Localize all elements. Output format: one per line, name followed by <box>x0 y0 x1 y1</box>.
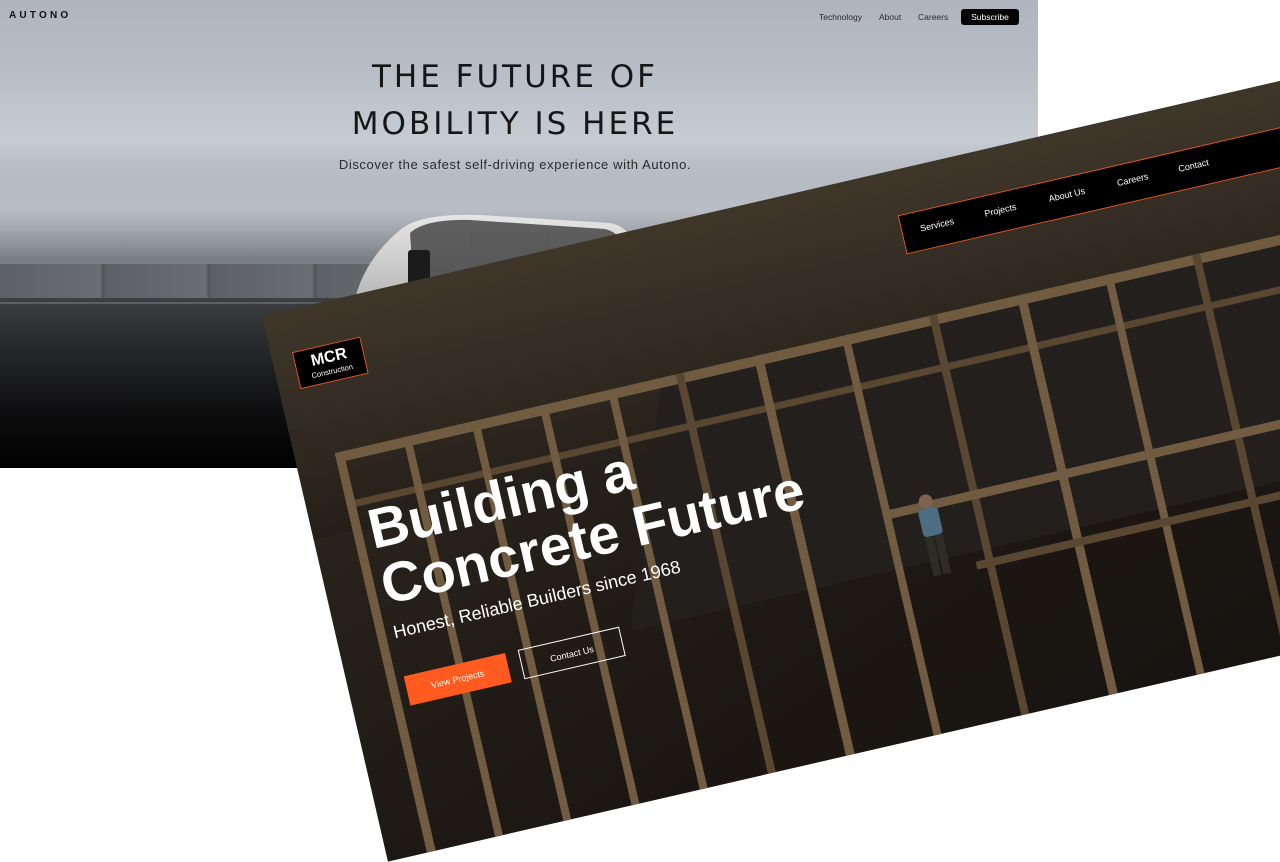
nav-link-projects[interactable]: Projects <box>983 202 1017 219</box>
hero-headline-line1: THE FUTURE OF <box>0 59 1030 95</box>
nav-link-careers[interactable]: Careers <box>1116 171 1149 188</box>
hero-tagline: Discover the safest self-driving experie… <box>0 157 1030 172</box>
autono-logo[interactable]: AUTONO <box>9 10 71 21</box>
subscribe-button[interactable]: Subscribe <box>961 9 1019 25</box>
hero-headline-line2: MOBILITY IS HERE <box>0 106 1030 142</box>
nav-link-services[interactable]: Services <box>919 216 955 234</box>
nav-link-technology[interactable]: Technology <box>819 12 862 22</box>
nav-link-contact[interactable]: Contact <box>1177 157 1209 174</box>
nav-link-about-us[interactable]: About Us <box>1048 186 1086 204</box>
nav-link-about[interactable]: About <box>879 12 901 22</box>
nav-link-careers[interactable]: Careers <box>918 12 948 22</box>
